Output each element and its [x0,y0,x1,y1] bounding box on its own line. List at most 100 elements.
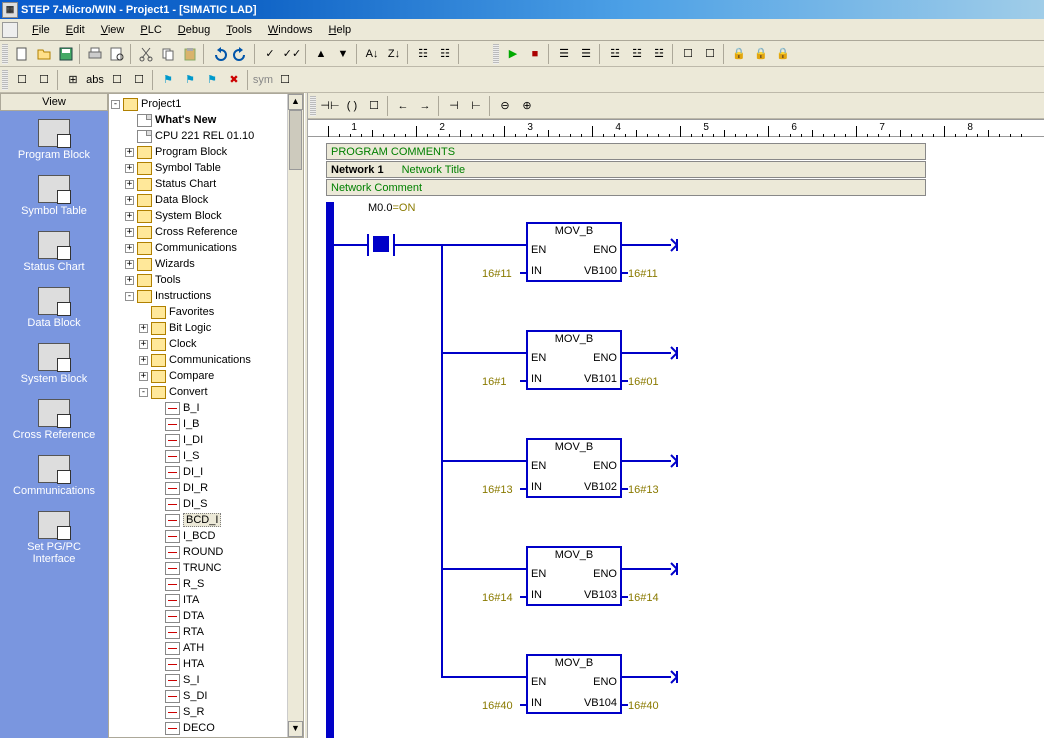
tree-node[interactable]: +Symbol Table [111,160,303,176]
tb-button[interactable]: ⊕ [516,95,538,117]
expand-icon[interactable]: + [125,212,134,221]
monitor-2-button[interactable]: ☰ [575,43,597,65]
tree-node[interactable]: HTA [111,656,303,672]
symbol-button[interactable]: ☷ [434,43,456,65]
ladder-area[interactable]: PROGRAM COMMENTS Network 1 Network Title… [308,137,1044,738]
expand-icon[interactable]: + [125,196,134,205]
menu-tools[interactable]: Tools [218,21,260,39]
print-preview-button[interactable] [106,43,128,65]
negate-button[interactable]: ⊖ [494,95,516,117]
tree-node[interactable]: +Compare [111,368,303,384]
tree-node[interactable]: R_S [111,576,303,592]
expand-icon[interactable]: + [139,324,148,333]
tree-node[interactable]: I_BCD [111,528,303,544]
view-item-program-block[interactable]: Program Block [0,119,108,161]
menu-file[interactable]: File [24,21,58,39]
view-item-cross-reference[interactable]: Cross Reference [0,399,108,441]
line-up-button[interactable]: ⊣ [443,95,465,117]
cut-button[interactable] [135,43,157,65]
tree-node[interactable]: +Clock [111,336,303,352]
menu-plc[interactable]: PLC [132,21,169,39]
bookmark-clear-button[interactable]: ✖ [223,69,245,91]
scroll-thumb[interactable] [289,110,302,170]
menu-edit[interactable]: Edit [58,21,93,39]
download-button[interactable]: ▼ [332,43,354,65]
copy-button[interactable] [157,43,179,65]
program-comments-bar[interactable]: PROGRAM COMMENTS [326,143,926,160]
expand-icon[interactable]: + [125,180,134,189]
sym-button[interactable]: ☐ [106,69,128,91]
tree-node[interactable]: S_I [111,672,303,688]
line-left-button[interactable]: ← [392,95,414,117]
function-block-mov_b[interactable]: MOV_BENENOINVB100 [526,222,622,282]
paste-button[interactable] [179,43,201,65]
tree-node[interactable]: -Project1 [111,96,303,112]
tree-node[interactable]: +Bit Logic [111,320,303,336]
menu-view[interactable]: View [93,21,133,39]
tree-node[interactable]: DI_I [111,464,303,480]
network-title-bar[interactable]: Network 1 Network Title [326,161,926,178]
function-block-mov_b[interactable]: MOV_BENENOINVB103 [526,546,622,606]
undo-button[interactable] [208,43,230,65]
tb-button[interactable]: ☐ [699,43,721,65]
bookmark-prev-button[interactable]: ⚑ [201,69,223,91]
view-item-symbol-table[interactable]: Symbol Table [0,175,108,217]
collapse-icon[interactable]: - [139,388,148,397]
tree-node[interactable]: DECO [111,720,303,736]
tree-node[interactable]: CPU 221 REL 01.10 [111,128,303,144]
tree-node[interactable]: DI_R [111,480,303,496]
network-comment-bar[interactable]: Network Comment [326,179,926,196]
sym-tb-button[interactable]: sym [252,69,274,91]
expand-icon[interactable]: + [139,356,148,365]
tree-node[interactable]: S_DI [111,688,303,704]
tree-node[interactable]: ITA [111,592,303,608]
tree-node[interactable]: +Tools [111,272,303,288]
lad-view-button[interactable]: ☐ [11,69,33,91]
chart-3-button[interactable]: ☳ [648,43,670,65]
tree-node[interactable]: What's New [111,112,303,128]
chart-1-button[interactable]: ☳ [604,43,626,65]
tree-node[interactable]: I_S [111,448,303,464]
tree-node[interactable]: ATH [111,640,303,656]
network-button[interactable]: ⊞ [62,69,84,91]
bookmark-button[interactable]: ⚑ [157,69,179,91]
chart-2-button[interactable]: ☳ [626,43,648,65]
monitor-1-button[interactable]: ☰ [553,43,575,65]
tb-button[interactable]: ☐ [128,69,150,91]
line-down-button[interactable]: ⊢ [465,95,487,117]
tree-node[interactable]: B_I [111,400,303,416]
view-item-communications[interactable]: Communications [0,455,108,497]
tree-node[interactable]: I_B [111,416,303,432]
collapse-icon[interactable]: - [111,100,120,109]
new-button[interactable] [11,43,33,65]
bookmark-next-button[interactable]: ⚑ [179,69,201,91]
tree-node[interactable]: +Communications [111,240,303,256]
tree-node[interactable]: -Instructions [111,288,303,304]
tb-button[interactable]: ☐ [274,69,296,91]
expand-icon[interactable]: + [125,164,134,173]
expand-icon[interactable]: + [139,340,148,349]
stl-view-button[interactable]: ☐ [33,69,55,91]
tree-node[interactable]: ROUND [111,544,303,560]
tree-node[interactable]: DTA [111,608,303,624]
insert-contact-button[interactable]: ⊣⊢ [319,95,341,117]
function-block-mov_b[interactable]: MOV_BENENOINVB104 [526,654,622,714]
tree-node[interactable]: +Communications [111,352,303,368]
tree-node[interactable]: Favorites [111,304,303,320]
expand-icon[interactable]: + [125,260,134,269]
options-button[interactable]: ☷ [412,43,434,65]
insert-box-button[interactable]: ☐ [363,95,385,117]
tree-node[interactable]: +Status Chart [111,176,303,192]
redo-button[interactable] [230,43,252,65]
save-button[interactable] [55,43,77,65]
view-item-system-block[interactable]: System Block [0,343,108,385]
lock-3-button[interactable]: 🔒 [772,43,794,65]
tree-node[interactable]: S_R [111,704,303,720]
expand-icon[interactable]: + [139,372,148,381]
line-right-button[interactable]: → [414,95,436,117]
expand-icon[interactable]: + [125,244,134,253]
scroll-down-button[interactable]: ▼ [288,721,303,737]
tree-node[interactable]: RTA [111,624,303,640]
expand-icon[interactable]: + [125,228,134,237]
lock-2-button[interactable]: 🔒 [750,43,772,65]
